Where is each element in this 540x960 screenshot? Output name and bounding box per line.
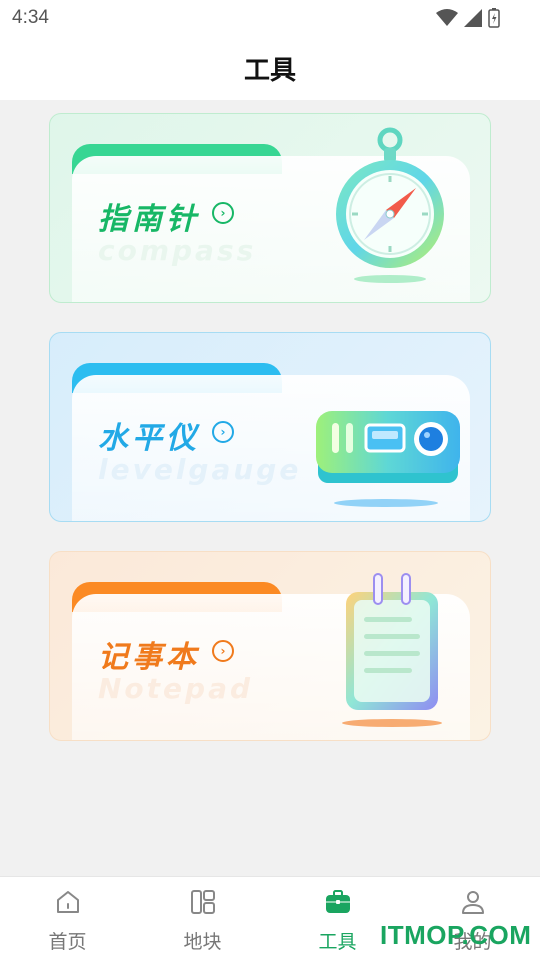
level-gauge-sublabel: levelgauge [98,453,302,486]
status-bar: 4:34 [0,0,540,36]
watermark: ITMOP.COM [380,920,532,950]
compass-sublabel: compass [98,234,257,267]
spirit-level-icon [316,411,460,507]
battery-icon [488,8,500,28]
compass-icon [336,127,444,283]
app-header: 工具 [0,36,540,100]
notepad-tool-card[interactable]: 记事本 › Notepad [49,551,491,741]
tab-home-label: 首页 [48,931,87,953]
tab-plots-label: 地块 [183,931,222,953]
tab-home[interactable]: 首页 [0,877,135,960]
signal-icon [464,9,482,27]
chevron-right-icon: › [212,421,234,443]
level-gauge-label: 水平仪 [98,421,200,456]
briefcase-icon [325,890,350,913]
compass-tool-card[interactable]: 指南针 › compass [49,113,491,303]
user-icon [461,891,484,914]
status-icons [436,8,500,28]
level-gauge-tool-card[interactable]: 水平仪 › levelgauge [49,332,491,522]
page-title: 工具 [243,56,296,86]
chevron-right-icon: › [212,202,234,224]
status-time: 4:34 [12,7,49,28]
notepad-sublabel: Notepad [98,672,254,705]
notepad-label: 记事本 [98,640,200,675]
wifi-icon [436,9,458,26]
chevron-right-icon: › [212,640,234,662]
compass-label: 指南针 [98,202,200,237]
home-icon [56,891,79,913]
tab-plots[interactable]: 地块 [135,877,270,960]
plots-icon [190,890,215,914]
notepad-icon [342,573,442,727]
